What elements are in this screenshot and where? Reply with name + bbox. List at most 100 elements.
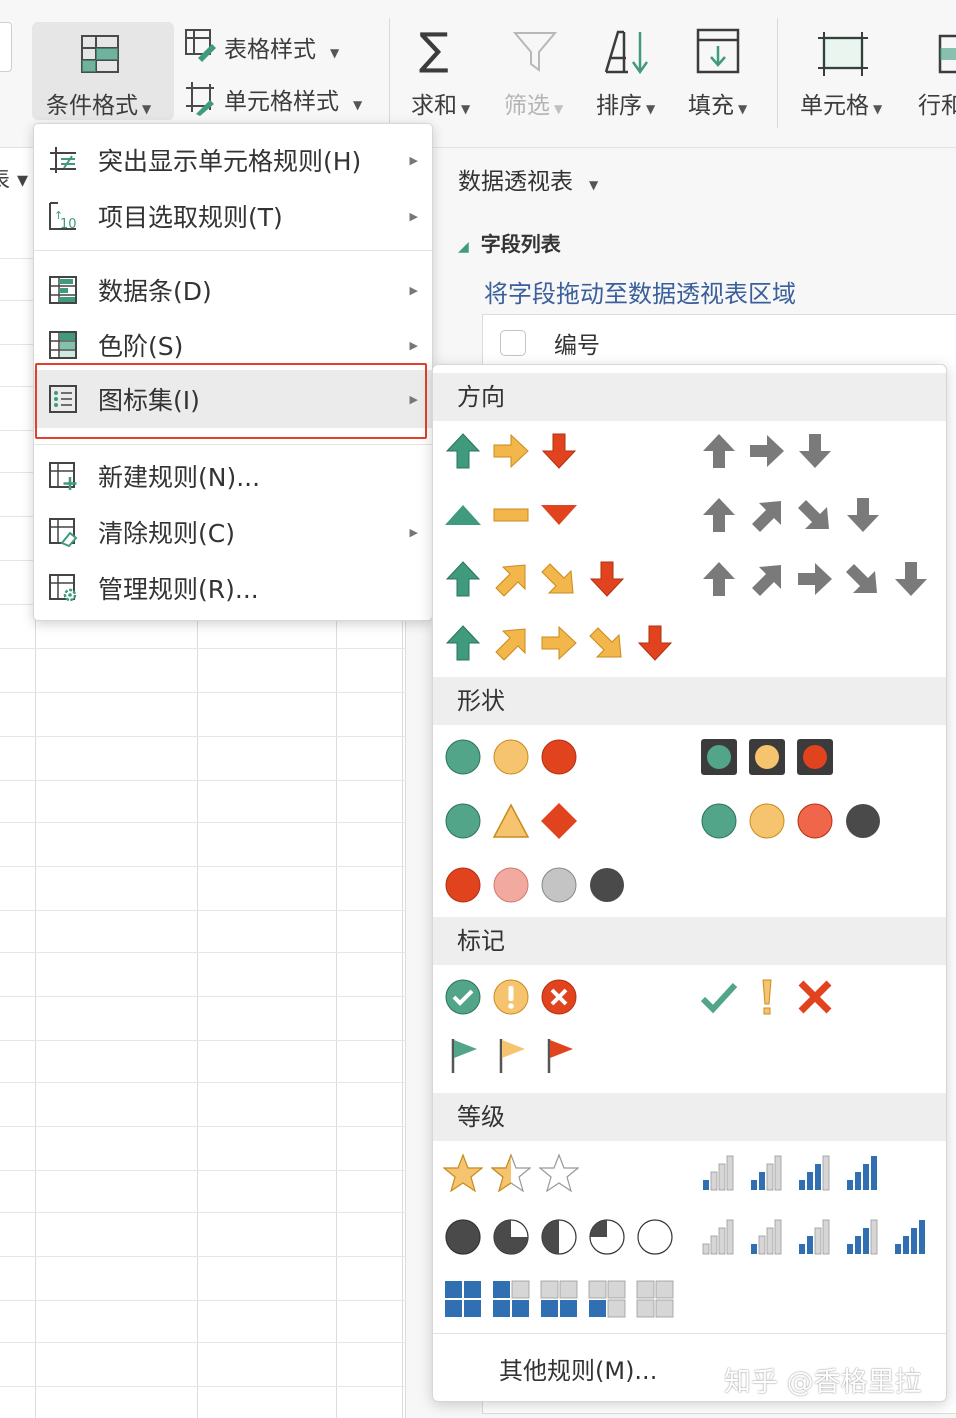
boxes-3-icon [493,1280,530,1317]
arrow-up-right-icon [495,628,526,661]
arrow-up-icon [445,625,481,661]
arrow-right-icon [541,625,577,661]
x-icon [798,980,832,1014]
menu-item-label: 管理规则(R)... [98,575,259,604]
boxes-4-icon [445,1281,481,1317]
filter-button[interactable]: 筛选 ▼ [500,26,572,119]
iconset-3-arrows-colored[interactable] [443,431,587,471]
table-style-button[interactable]: 表格样式 ▼ [182,28,372,64]
section-ratings: 等级 [433,1093,946,1141]
dropdown-caret-icon: ▼ [142,102,152,116]
iconset-3-symbols-circled[interactable] [443,977,587,1017]
fill-button[interactable]: 填充 ▼ [684,26,760,119]
filter-label: 筛选 [504,93,550,119]
sort-icon [604,30,649,75]
grid-line [0,910,405,911]
arrow-down-icon [589,561,625,597]
iconset-5-quarters[interactable] [443,1217,683,1257]
iconset-5-ratings[interactable] [699,1217,939,1257]
grid-line [0,1256,405,1257]
menu-separator [34,444,432,445]
check-icon [700,982,738,1014]
table-style-icon [185,29,216,62]
arrow-right-icon [750,435,784,467]
dropdown-caret-icon: ▼ [738,102,748,116]
red-circle-icon [797,803,833,839]
iconset-3-stars[interactable] [443,1153,587,1193]
field-checkbox[interactable] [500,330,526,356]
more-rules-item[interactable]: 其他规则(M)... [499,1351,657,1386]
submenu-arrow-icon: ▶ [409,209,418,223]
black-circle-icon [590,868,624,902]
grid-line [0,1126,405,1127]
menu-item-clear-rules[interactable]: 清除规则(C) ▶ [34,506,432,558]
arrow-up-icon [703,434,735,468]
menu-item-highlight-rules[interactable]: 突出显示单元格规则(H) ▶ [34,134,432,186]
sum-button[interactable]: ∑ 求和 ▼ [405,26,477,120]
iconset-4-ratings[interactable] [699,1153,891,1193]
conditional-format-button[interactable]: 条件格式 ▼ [32,22,174,120]
conditional-format-label: 条件格式 [46,93,138,119]
pivot-panel-title[interactable]: 数据透视表 ▼ [458,162,598,196]
sort-button[interactable]: 排序 ▼ [592,26,668,119]
boxes-0-icon [636,1280,674,1318]
grid-line [0,1212,405,1213]
iconset-4-arrows-gray[interactable] [699,495,891,535]
field-item[interactable]: 编号 [500,326,600,360]
drag-hint: 将字段拖动至数据透视表区域 [484,280,796,308]
color-scales-icon [48,330,78,360]
grid-line [0,822,405,823]
signal-bars-1-icon [751,1219,782,1255]
dropdown-caret-icon: ▼ [330,46,340,60]
fill-down-icon [696,28,740,74]
cell-style-button[interactable]: 单元格样式 ▼ [182,80,382,118]
sum-label: 求和 [411,93,457,119]
green-circle-icon [445,739,481,775]
iconset-5-arrows-colored[interactable] [443,623,683,663]
row-col-button[interactable]: 行和 [914,26,956,118]
iconset-5-boxes[interactable] [443,1279,683,1319]
check-circle-icon [445,979,481,1015]
cell-button[interactable]: 单元格 ▼ [796,26,896,119]
cell-label: 单元格 [800,93,869,119]
arrow-up-icon [445,561,481,597]
funnel-icon [512,32,558,72]
iconset-3-symbols-uncircled[interactable] [699,977,843,1017]
collapse-triangle-icon: ◢ [458,239,469,255]
menu-item-data-bars[interactable]: 数据条(D) ▶ [34,264,432,316]
grid-line [0,1342,405,1343]
iconset-3-traffic-lights-rimmed[interactable] [699,737,843,777]
grid-line [0,1082,405,1083]
green-circle-icon [701,803,737,839]
grid-line [0,648,405,649]
iconset-red-to-black[interactable] [443,865,635,905]
grid-line [0,866,405,867]
yellow-circle-icon [493,739,529,775]
menu-item-label: 项目选取规则(T) [98,203,283,232]
clear-rules-icon [48,517,78,547]
submenu-arrow-icon: ▶ [409,338,418,352]
iconset-4-arrows-colored[interactable] [443,559,635,599]
signal-bars-2-icon [799,1219,830,1255]
empty-star-icon [539,1153,579,1193]
iconset-3-triangles[interactable] [443,495,587,535]
iconset-3-arrows-gray[interactable] [699,431,843,471]
menu-item-top-bottom-rules[interactable]: ↑ 10 项目选取规则(T) ▶ [34,190,432,242]
submenu-arrow-icon: ▶ [409,525,418,539]
iconset-3-signs[interactable] [443,801,587,841]
iconset-5-arrows-gray[interactable] [699,559,939,599]
red-circle-icon [445,867,481,903]
dash-icon [493,508,529,522]
exclamation-icon [762,979,772,1015]
data-bars-icon [48,275,78,305]
menu-item-manage-rules[interactable]: 管理规则(R)... [34,562,432,614]
half-star-icon [491,1153,531,1193]
arrow-down-right-icon [798,500,829,529]
iconset-4-traffic-lights[interactable] [699,801,891,841]
iconset-3-traffic-lights-unrimmed[interactable] [443,737,587,777]
cell-icon [818,32,868,76]
iconset-3-flags[interactable] [443,1035,587,1075]
grid-line [0,996,405,997]
field-list-header[interactable]: ◢ 字段列表 [458,228,561,257]
menu-item-new-rule[interactable]: 新建规则(N)... [34,450,432,502]
